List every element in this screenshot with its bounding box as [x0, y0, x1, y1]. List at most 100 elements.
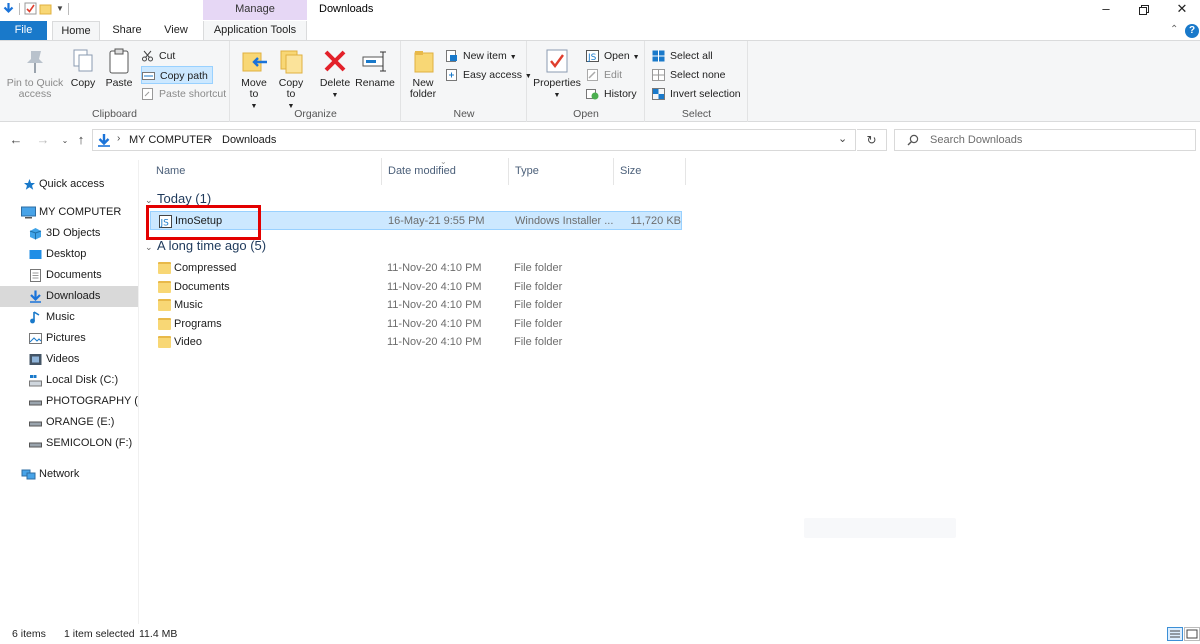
easy-access-button[interactable]: Easy access ▼: [445, 66, 532, 84]
rename-button[interactable]: Rename: [355, 47, 395, 89]
new-group-label: New: [453, 108, 475, 120]
copy-label: Copy: [70, 77, 96, 89]
nav-semicolon-label: SEMICOLON (F:): [46, 437, 133, 449]
customize-toolbar-icon[interactable]: ▼: [56, 4, 64, 13]
tab-view[interactable]: View: [157, 21, 195, 40]
minimize-button[interactable]: –: [1088, 0, 1124, 20]
recent-locations-chevron-icon[interactable]: ⌄: [57, 136, 73, 145]
group-header-long-ago[interactable]: ⌄ A long time ago (5): [145, 238, 266, 254]
delete-label: Delete: [319, 77, 351, 89]
organize-group-label: Organize: [294, 108, 337, 120]
star-icon: [23, 178, 36, 191]
downloads-location-icon: [97, 133, 111, 150]
file-name: Music: [174, 299, 203, 311]
history-button[interactable]: History: [586, 85, 637, 103]
paste-button[interactable]: Paste: [103, 47, 135, 89]
breadcrumb-my-computer[interactable]: MY COMPUTER: [129, 134, 211, 146]
network-icon: [21, 468, 36, 481]
pin-to-quick-access-button[interactable]: Pin to Quick access: [4, 47, 66, 100]
cut-button[interactable]: Cut: [141, 47, 175, 65]
nav-videos[interactable]: Videos: [0, 349, 138, 370]
refresh-icon[interactable]: ↻: [857, 129, 887, 151]
nav-network[interactable]: Network: [0, 464, 138, 485]
column-header-size[interactable]: Size: [614, 158, 686, 185]
nav-3d-objects[interactable]: 3D Objects: [0, 223, 138, 244]
copy-button[interactable]: Copy: [68, 47, 98, 89]
column-header-date[interactable]: ⌄ Date modified: [382, 157, 509, 185]
file-date: 16-May-21 9:55 PM: [388, 215, 485, 227]
select-none-label: Select none: [670, 69, 726, 81]
paste-shortcut-label: Paste shortcut: [159, 88, 227, 100]
delete-button[interactable]: Delete ▼: [317, 47, 353, 101]
table-row[interactable]: Music 11-Nov-20 4:10 PM File folder: [150, 296, 682, 315]
copy-to-label: Copy to: [278, 77, 304, 100]
select-all-button[interactable]: Select all: [652, 47, 713, 65]
copy-to-button[interactable]: Copy to ▼: [275, 47, 307, 112]
faded-overlay: [804, 518, 956, 538]
nav-photography-drive[interactable]: PHOTOGRAPHY (D:: [0, 391, 138, 412]
tab-share[interactable]: Share: [106, 21, 148, 40]
table-row[interactable]: Video 11-Nov-20 4:10 PM File folder: [150, 333, 682, 352]
table-row[interactable]: Programs 11-Nov-20 4:10 PM File folder: [150, 315, 682, 334]
address-bar[interactable]: › MY COMPUTER › Downloads ⌄: [92, 129, 856, 151]
open-group: Properties ▼ JS Open ▼ Edit History Open: [528, 41, 645, 122]
edit-button[interactable]: Edit: [586, 66, 622, 84]
up-arrow-icon[interactable]: ↑: [73, 132, 89, 147]
details-view-icon[interactable]: [1167, 627, 1183, 641]
new-item-button[interactable]: New item ▼: [445, 47, 517, 65]
move-to-button[interactable]: Move to ▼: [238, 47, 270, 112]
breadcrumb-downloads[interactable]: Downloads: [222, 134, 276, 146]
nav-documents[interactable]: Documents: [0, 265, 138, 286]
download-arrow-icon[interactable]: [2, 2, 15, 15]
column-header-type[interactable]: Type: [509, 158, 614, 185]
maximize-button[interactable]: [1126, 0, 1162, 20]
nav-photography-label: PHOTOGRAPHY (D:: [46, 395, 138, 407]
ribbon-collapse-icon[interactable]: ⌃: [1170, 24, 1178, 35]
back-arrow-icon[interactable]: ←: [8, 132, 24, 147]
select-none-icon: [652, 69, 665, 81]
properties-button[interactable]: Properties ▼: [532, 47, 582, 101]
select-none-button[interactable]: Select none: [652, 66, 725, 84]
group-long-ago-label: A long time ago (5): [157, 238, 267, 253]
copy-path-button[interactable]: Copy path: [141, 66, 213, 84]
nav-pictures-label: Pictures: [46, 332, 86, 344]
paste-shortcut-icon: [141, 88, 154, 100]
tab-application-tools[interactable]: Application Tools: [203, 21, 307, 40]
nav-desktop[interactable]: Desktop: [0, 244, 138, 265]
paste-shortcut-button[interactable]: Paste shortcut: [141, 85, 226, 103]
open-button[interactable]: JS Open ▼: [586, 47, 640, 65]
properties-icon[interactable]: [24, 2, 37, 15]
large-icons-view-icon[interactable]: [1184, 627, 1200, 641]
nav-local-disk[interactable]: Local Disk (C:): [0, 370, 138, 391]
column-header-name[interactable]: Name: [150, 158, 382, 185]
copy-path-icon: [142, 70, 155, 82]
nav-music[interactable]: Music: [0, 307, 138, 328]
search-box[interactable]: Search Downloads: [894, 129, 1196, 151]
invert-selection-button[interactable]: Invert selection: [652, 85, 741, 103]
ribbon: Pin to Quick access Copy Paste Cut Copy …: [0, 40, 1200, 122]
help-icon[interactable]: ?: [1185, 24, 1199, 38]
forward-arrow-icon[interactable]: →: [35, 132, 51, 147]
highlight-annotation-box: [146, 205, 261, 240]
table-row[interactable]: Compressed 11-Nov-20 4:10 PM File folder: [150, 259, 682, 278]
nav-quick-access[interactable]: Quick access: [0, 174, 138, 195]
nav-semicolon-drive[interactable]: SEMICOLON (F:): [0, 433, 138, 454]
close-button[interactable]: ✕: [1164, 0, 1200, 20]
quick-access-toolbar: ▼: [2, 2, 71, 15]
table-row[interactable]: Documents 11-Nov-20 4:10 PM File folder: [150, 278, 682, 297]
nav-pictures[interactable]: Pictures: [0, 328, 138, 349]
search-placeholder[interactable]: Search Downloads: [930, 134, 1022, 146]
new-folder-button[interactable]: New folder: [406, 47, 440, 100]
nav-orange-drive[interactable]: ORANGE (E:): [0, 412, 138, 433]
tab-home[interactable]: Home: [52, 21, 100, 40]
toolbar-divider: [19, 2, 20, 15]
history-icon: [586, 88, 599, 100]
new-folder-icon[interactable]: [39, 2, 52, 15]
nav-my-computer[interactable]: MY COMPUTER: [0, 202, 138, 223]
breadcrumb-separator-icon: ›: [117, 133, 121, 144]
address-dropdown-icon[interactable]: ⌄: [838, 132, 847, 145]
nav-downloads[interactable]: Downloads: [0, 286, 138, 307]
tab-file[interactable]: File: [0, 21, 47, 40]
drive-icon: [29, 437, 42, 450]
scissors-icon: [141, 50, 154, 62]
